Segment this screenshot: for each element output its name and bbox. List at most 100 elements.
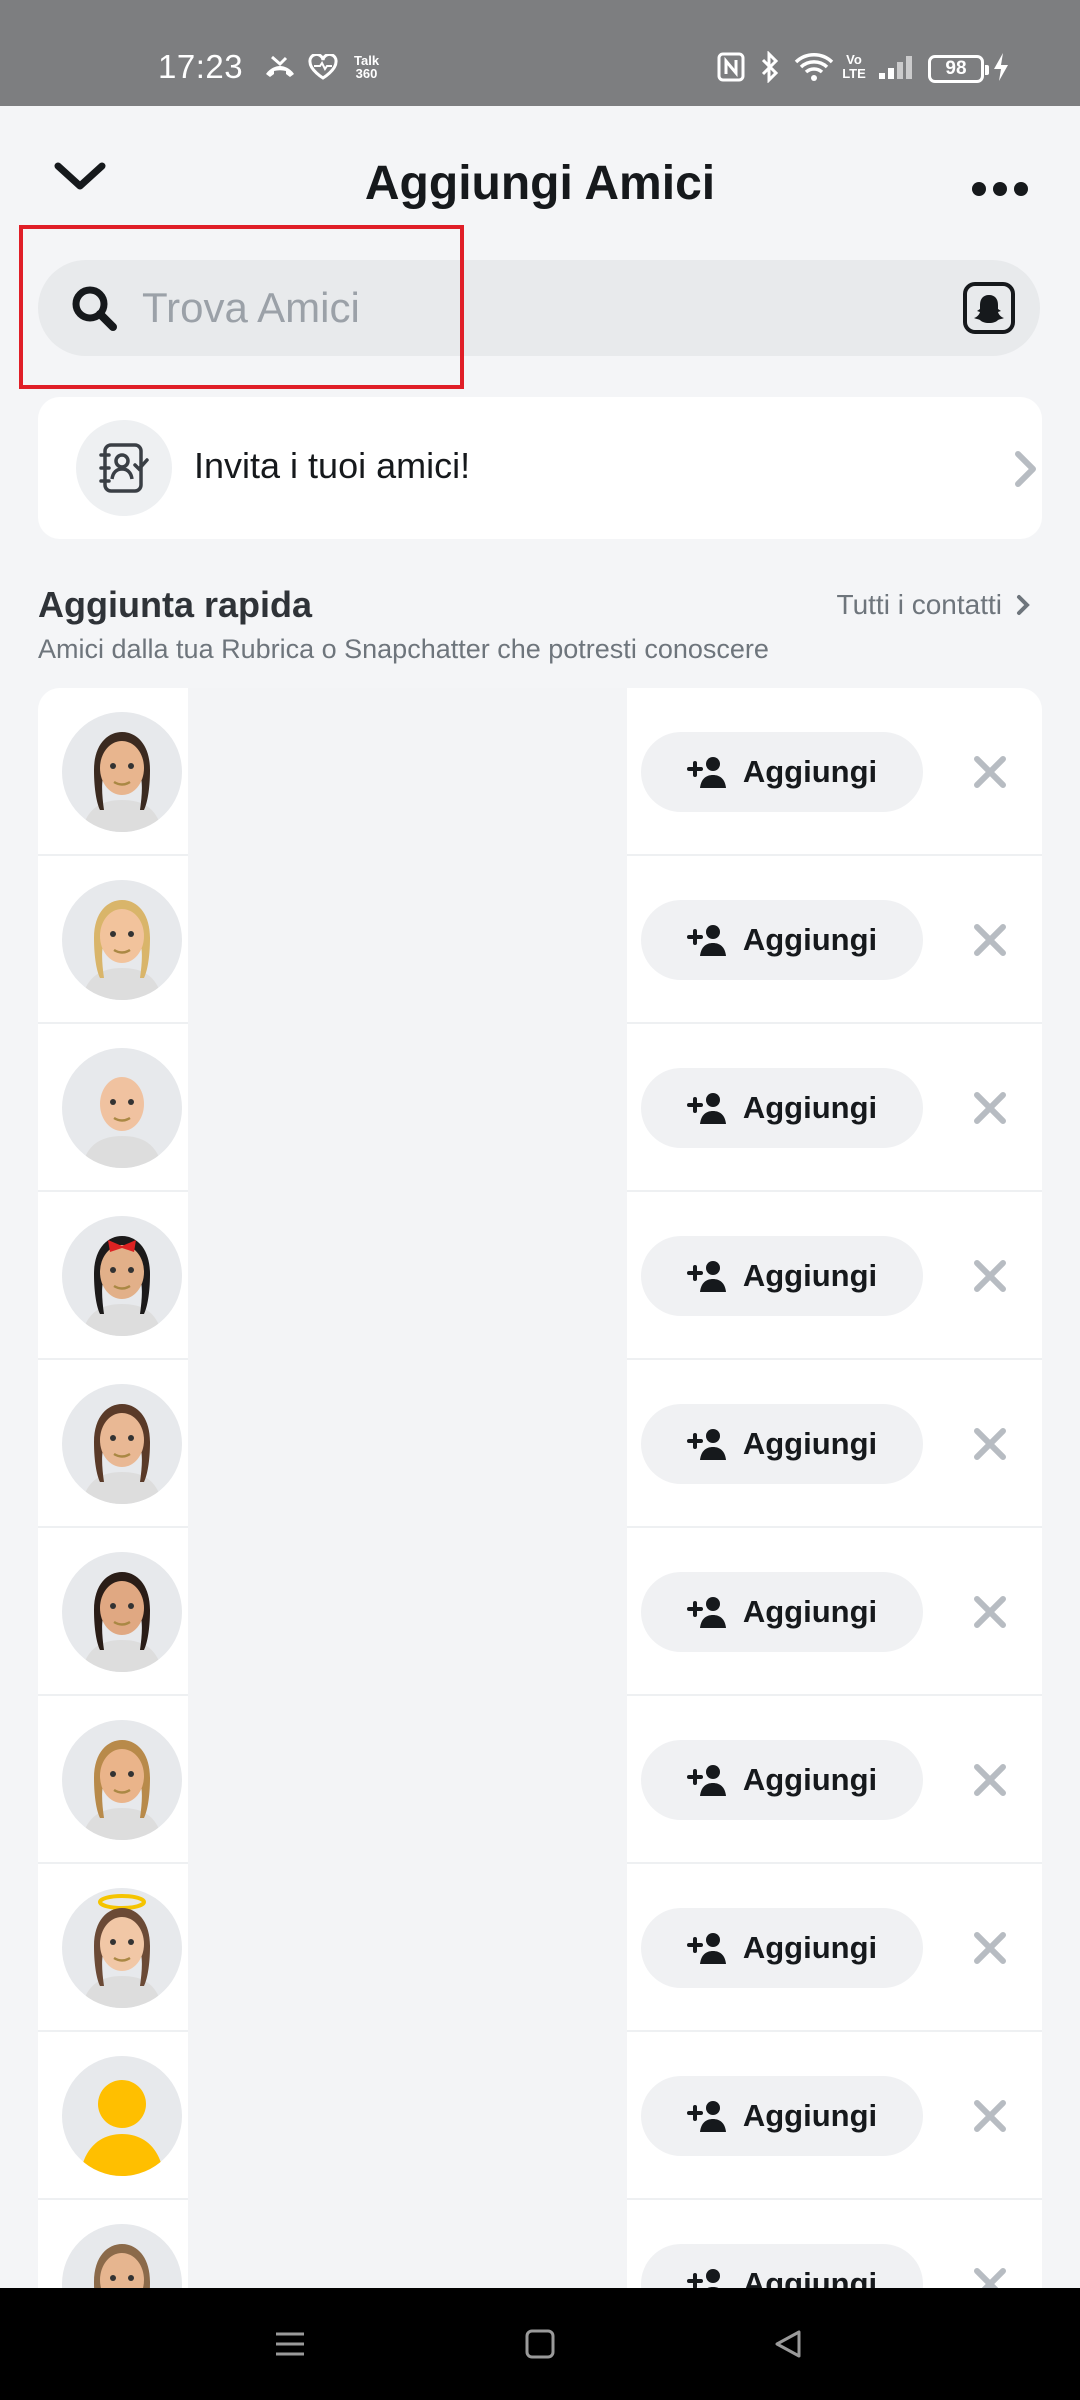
redacted-name-area [188,1360,627,1528]
talk360-line2: 360 [355,66,378,81]
quick-add-row: Aggiungi [38,856,1042,1024]
dismiss-icon[interactable] [972,1090,1008,1126]
search-bar[interactable] [38,260,1040,356]
page-header: Aggiungi Amici [0,106,1080,236]
nfc-icon [716,50,746,84]
redacted-name-area [188,856,627,1024]
redacted-name-area [188,2032,627,2200]
quick-add-row: Aggiungi [38,688,1042,856]
search-input[interactable] [142,278,882,338]
quick-add-row: Aggiungi [38,1360,1042,1528]
dismiss-icon[interactable] [972,1930,1008,1966]
recent-apps-icon[interactable] [266,2320,314,2368]
add-user-icon [686,1597,726,1628]
wifi-icon [794,50,834,84]
add-friend-label: Aggiungi [742,1090,878,1125]
quick-add-row: Aggiungi [38,1192,1042,1360]
add-friend-label: Aggiungi [742,2266,878,2288]
invite-friends-card[interactable]: Invita i tuoi amici! [38,397,1042,539]
heart-health-icon [306,50,340,84]
add-user-icon [686,757,726,788]
quick-add-list: Aggiungi Aggiungi Aggiungi Aggiungi Aggiungi… [38,688,1042,2288]
dismiss-icon[interactable] [972,1762,1008,1798]
dismiss-icon[interactable] [972,1258,1008,1294]
missed-call-icon [262,50,298,84]
volte-icon: Vo LTE [842,52,866,81]
avatar[interactable] [62,1216,182,1336]
add-friend-button[interactable]: Aggiungi [641,1236,923,1316]
dismiss-icon[interactable] [972,1594,1008,1630]
add-friend-button[interactable]: Aggiungi [641,2076,923,2156]
bluetooth-icon [758,50,782,84]
add-friend-button[interactable]: Aggiungi [641,1068,923,1148]
dismiss-icon[interactable] [972,922,1008,958]
add-user-icon [686,1765,726,1796]
quick-add-row: Aggiungi [38,1696,1042,1864]
all-contacts-link[interactable]: Tutti i contatti [837,589,1030,621]
quick-add-row: Aggiungi [38,1864,1042,2032]
avatar[interactable] [62,712,182,832]
add-friend-button[interactable]: Aggiungi [641,1740,923,1820]
battery-indicator: 98 [928,55,989,83]
add-friend-button[interactable]: Aggiungi [641,1572,923,1652]
add-friend-label: Aggiungi [742,1426,878,1461]
redacted-name-area [188,2200,627,2288]
add-user-icon [686,1093,726,1124]
add-friend-label: Aggiungi [742,1258,878,1293]
avatar[interactable] [62,880,182,1000]
quick-add-title: Aggiunta rapida [38,584,313,625]
quick-add-row: Aggiungi [38,1528,1042,1696]
avatar[interactable] [62,1720,182,1840]
add-friend-button[interactable]: Aggiungi [641,900,923,980]
add-friend-label: Aggiungi [742,754,878,789]
chevron-right-icon [1017,595,1030,615]
add-friend-label: Aggiungi [742,1594,878,1629]
invite-friends-label: Invita i tuoi amici! [194,445,471,486]
home-icon[interactable] [516,2320,564,2368]
add-friend-label: Aggiungi [742,1930,878,1965]
dismiss-icon[interactable] [972,1426,1008,1462]
redacted-name-area [188,1696,627,1864]
add-friend-label: Aggiungi [742,922,878,957]
add-friend-label: Aggiungi [742,2098,878,2133]
add-friend-button[interactable]: Aggiungi [641,1404,923,1484]
avatar[interactable] [62,2056,182,2176]
add-user-icon [686,2269,720,2288]
quick-add-row: Aggiungi [38,2200,1042,2288]
add-friend-button[interactable]: Aggiungi [641,2244,923,2288]
redacted-name-area [188,1528,627,1696]
add-user-icon [686,1261,726,1292]
add-friend-button[interactable]: Aggiungi [641,732,923,812]
dismiss-icon[interactable] [972,754,1008,790]
more-options-icon[interactable] [972,178,1028,200]
avatar[interactable] [62,2224,182,2288]
talk360-icon: Talk 360 [354,54,379,80]
add-friend-label: Aggiungi [742,1762,878,1797]
quick-add-row: Aggiungi [38,1024,1042,1192]
signal-icon [876,50,916,84]
status-bar: 17:23 Talk 360 Vo LTE 98 [0,0,1080,106]
page-title: Aggiungi Amici [364,157,716,210]
add-user-icon [686,1429,726,1460]
search-icon [68,282,120,334]
contact-book-icon [76,420,172,516]
avatar[interactable] [62,1552,182,1672]
dismiss-icon[interactable] [972,2098,1008,2134]
redacted-name-area [188,688,627,856]
avatar[interactable] [62,1888,182,2008]
back-icon[interactable] [764,2320,812,2368]
snapcode-scan-icon[interactable] [963,282,1015,334]
add-user-icon [686,2101,726,2132]
redacted-name-area [188,1024,627,1192]
avatar[interactable] [62,1384,182,1504]
avatar[interactable] [62,1048,182,1168]
all-contacts-label: Tutti i contatti [836,589,1002,620]
add-friend-button[interactable]: Aggiungi [641,1908,923,1988]
system-navigation-bar [0,2288,1080,2400]
redacted-name-area [188,1192,627,1360]
quick-add-subtitle: Amici dalla tua Rubrica o Snapchatter ch… [38,634,769,664]
dismiss-icon[interactable] [972,2266,1008,2288]
redacted-name-area [188,1864,627,2032]
charging-icon [990,50,1012,84]
add-user-icon [686,925,726,956]
